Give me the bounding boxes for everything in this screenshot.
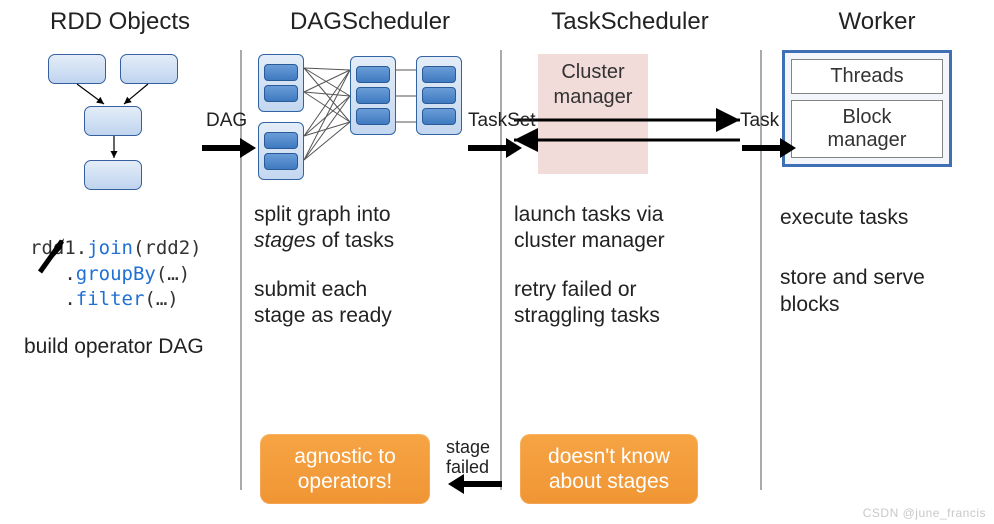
task-description-1: launch tasks via cluster manager (514, 202, 748, 255)
pointer-arrow-icon (34, 228, 84, 278)
rdd-caption: build operator DAG (24, 335, 228, 359)
arrow-right-icon (740, 134, 800, 162)
arrow-right-icon (466, 134, 526, 162)
arrow-left-icon (444, 470, 504, 498)
diagram-root: RDD Objects rdd1.join(rdd2) .groupBy(…) … (0, 0, 994, 524)
dag-description-2: submit each stage as ready (254, 277, 488, 330)
transition-label-dag: DAG (206, 110, 247, 132)
bidirectional-arrows-icon (510, 108, 760, 158)
task-cluster-diagram: Cluster manager (512, 50, 748, 180)
dag-description-1: split graph into stages of tasks (254, 202, 488, 255)
column-rdd-objects: RDD Objects rdd1.join(rdd2) .groupBy(…) … (0, 0, 240, 524)
dag-stage-box (258, 54, 304, 112)
callout-no-stages: doesn't know about stages (520, 434, 698, 504)
rdd-edges (42, 50, 202, 210)
dag-stage-box (258, 122, 304, 180)
watermark: CSDN @june_francis (863, 506, 986, 520)
transition-label-task: Task (740, 110, 779, 132)
column-worker: Worker Threads Block manager execute tas… (760, 0, 994, 524)
dag-stage-graph (258, 50, 488, 180)
transition-label-taskset: TaskSet (468, 110, 536, 132)
header-rdd: RDD Objects (12, 8, 228, 36)
header-task: TaskScheduler (512, 8, 748, 36)
worker-blockmgr-box: Block manager (791, 100, 943, 158)
worker-description-1: execute tasks (780, 205, 982, 231)
dag-stage-box (416, 56, 462, 135)
task-description-2: retry failed or straggling tasks (514, 277, 748, 330)
worker-box: Threads Block manager (782, 50, 952, 167)
header-worker: Worker (772, 8, 982, 36)
rdd-tree-diagram (42, 50, 228, 200)
dag-stage-box (350, 56, 396, 135)
arrow-right-icon (200, 134, 260, 162)
callout-agnostic-operators: agnostic to operators! (260, 434, 430, 504)
worker-threads-box: Threads (791, 59, 943, 94)
worker-description-2: store and serve blocks (780, 265, 982, 318)
header-dag: DAGScheduler (252, 8, 488, 36)
